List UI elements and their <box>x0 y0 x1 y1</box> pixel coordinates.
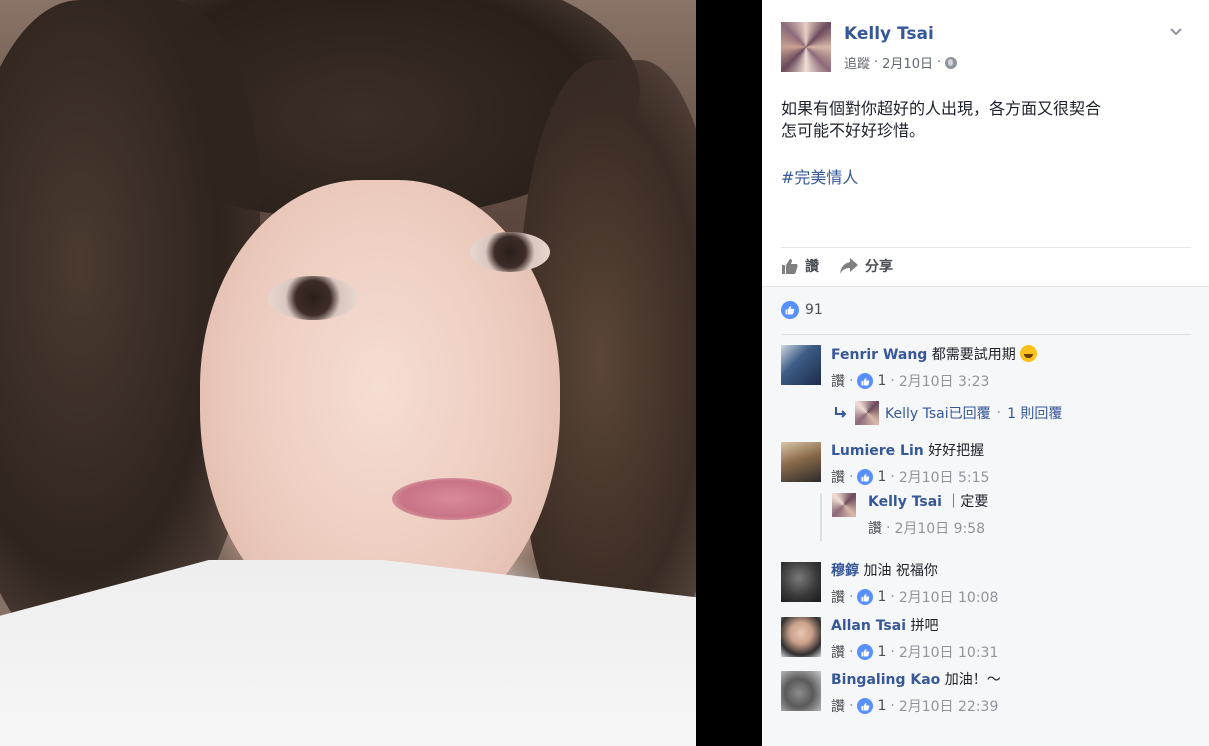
hashtag-link[interactable]: #完美情人 <box>781 164 858 188</box>
comment-meta: 讚 · 1 · 2月10日 3:23 <box>831 371 990 391</box>
comment-like-count[interactable]: 1 <box>877 698 886 714</box>
reply-summary-author: Kelly Tsai已回覆 <box>885 406 991 422</box>
reply-time[interactable]: 2月10日 9:58 <box>894 518 985 538</box>
comment-like-link[interactable]: 讚 <box>831 696 845 716</box>
thumbs-up-icon <box>782 259 798 274</box>
like-count: 91 <box>805 302 823 318</box>
post-text-line: 如果有個對你超好的人出現，各方面又很契合 <box>781 99 1102 118</box>
like-reaction-icon <box>857 698 874 714</box>
author-avatar[interactable] <box>781 22 831 72</box>
meta-dot: · <box>874 55 879 70</box>
follow-link[interactable]: 追蹤 <box>844 53 870 72</box>
reply-summary-count: 1 則回覆 <box>1007 406 1063 422</box>
reply-like-link[interactable]: 讚 <box>868 518 882 538</box>
comment-like-count[interactable]: 1 <box>877 373 886 389</box>
photo-right-eye <box>470 232 550 272</box>
comments-section: 91 Fenrir Wang 都需要試用期 讚 · 1 · 2月10日 3:23 <box>762 286 1209 746</box>
post-panel: Kelly Tsai 追蹤 · 2月10日 · 如果有個對你超好的人出現，各方面… <box>762 0 1209 746</box>
share-arrow-icon <box>840 258 858 274</box>
comment-time[interactable]: 2月10日 5:15 <box>899 467 990 487</box>
author-name[interactable]: Kelly Tsai <box>844 24 934 44</box>
comment-like-link[interactable]: 讚 <box>831 587 845 607</box>
post-photo[interactable] <box>0 0 696 746</box>
commenter-name[interactable]: Fenrir Wang <box>831 347 927 363</box>
comment-time[interactable]: 2月10日 10:08 <box>899 587 999 607</box>
comment-like-link[interactable]: 讚 <box>831 642 845 662</box>
comment-text: 加油！～ <box>944 672 1001 688</box>
comment-meta: 讚 · 1 · 2月10日 10:08 <box>831 587 999 607</box>
comment-text: 拼吧 <box>910 618 939 634</box>
comment-text: 好好把握 <box>928 443 985 459</box>
like-reaction-icon <box>857 589 874 605</box>
reply-meta: 讚 · 2月10日 9:58 <box>868 518 986 538</box>
comment-like-count[interactable]: 1 <box>877 644 886 660</box>
commenter-avatar[interactable] <box>781 345 821 385</box>
post-meta: 追蹤 · 2月10日 · <box>844 53 958 72</box>
comment-time[interactable]: 2月10日 3:23 <box>899 371 990 391</box>
reply-avatar[interactable] <box>832 493 856 517</box>
like-reaction-icon <box>857 644 874 660</box>
commenter-avatar[interactable] <box>781 617 821 657</box>
meta-dot: · <box>936 55 942 70</box>
globe-icon[interactable] <box>945 56 958 69</box>
chevron-down-icon[interactable] <box>1169 24 1183 38</box>
reply: Kelly Tsai ｜定要 讚 · 2月10日 9:58 <box>820 493 988 541</box>
comment-like-link[interactable]: 讚 <box>831 371 845 391</box>
divider <box>781 334 1191 335</box>
comment-meta: 讚 · 1 · 2月10日 10:31 <box>831 642 999 662</box>
comment-time[interactable]: 2月10日 22:39 <box>899 696 999 716</box>
reaction-summary[interactable]: 91 <box>781 301 823 319</box>
commenter-avatar[interactable] <box>781 671 821 711</box>
photo-left-eye <box>268 276 358 320</box>
commenter-avatar[interactable] <box>781 562 821 602</box>
laughing-emoji-icon <box>1020 345 1038 362</box>
post-text-line: 怎可能不好好珍惜。 <box>781 121 926 140</box>
like-reaction-icon <box>857 373 874 389</box>
commenter-name[interactable]: 穆錞 <box>831 563 859 579</box>
comment-time[interactable]: 2月10日 10:31 <box>899 642 999 662</box>
commenter-name[interactable]: Bingaling Kao <box>831 672 940 688</box>
like-reaction-icon <box>781 301 799 319</box>
comment-meta: 讚 · 1 · 2月10日 5:15 <box>831 467 990 487</box>
like-reaction-icon <box>857 469 874 485</box>
comment-like-count[interactable]: 1 <box>877 589 886 605</box>
reply-text: ｜定要 <box>946 494 989 510</box>
commenter-name[interactable]: Allan Tsai <box>831 618 906 634</box>
reply-author-name[interactable]: Kelly Tsai <box>868 494 942 510</box>
photo-lips <box>392 478 512 520</box>
reply-arrow-icon <box>835 407 847 418</box>
commenter-name[interactable]: Lumiere Lin <box>831 443 924 459</box>
post-date[interactable]: 2月10日 <box>882 53 933 72</box>
comment-text: 加油 祝福你 <box>863 563 938 579</box>
reply-summary-dot: · <box>996 405 1002 421</box>
like-button-label: 讚 <box>805 259 819 275</box>
share-button-label: 分享 <box>865 259 893 275</box>
post-text: 如果有個對你超好的人出現，各方面又很契合 怎可能不好好珍惜。 <box>781 98 1191 142</box>
comment-like-count[interactable]: 1 <box>877 469 886 485</box>
comment-text: 都需要試用期 <box>931 347 1016 363</box>
photo-shirt <box>0 560 696 746</box>
post-actions: 讚 分享 <box>781 256 893 276</box>
post-header: Kelly Tsai 追蹤 · 2月10日 · 如果有個對你超好的人出現，各方面… <box>762 0 1209 286</box>
like-button[interactable]: 讚 <box>781 256 819 276</box>
comment-meta: 讚 · 1 · 2月10日 22:39 <box>831 696 999 716</box>
comment-like-link[interactable]: 讚 <box>831 467 845 487</box>
commenter-avatar[interactable] <box>781 442 821 482</box>
share-button[interactable]: 分享 <box>839 256 893 276</box>
divider <box>781 247 1191 248</box>
replies-link[interactable]: Kelly Tsai已回覆 · 1 則回覆 <box>833 401 1062 425</box>
reply-avatar <box>855 401 879 425</box>
